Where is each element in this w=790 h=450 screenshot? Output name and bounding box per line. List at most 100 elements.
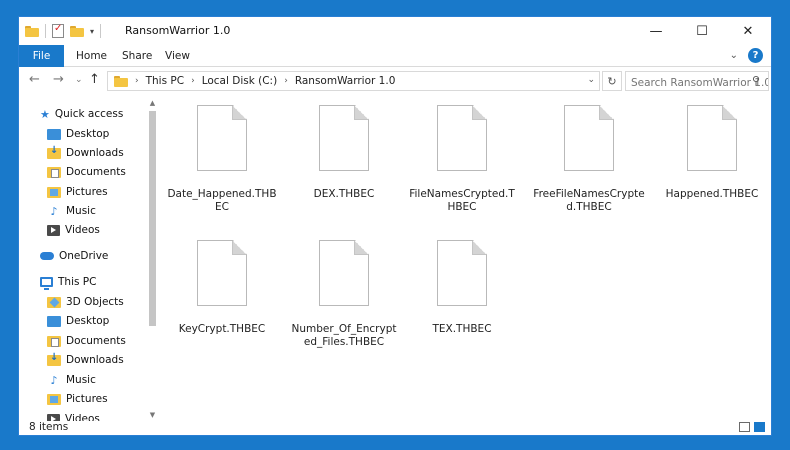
tab-file[interactable]: File: [19, 45, 64, 67]
recent-locations-chevron-icon[interactable]: ⌄: [75, 75, 83, 85]
details-view-icon[interactable]: [739, 422, 750, 432]
file-icon: [197, 105, 247, 171]
breadcrumb-separator-icon[interactable]: ›: [135, 76, 139, 86]
properties-icon[interactable]: [52, 23, 64, 38]
file-item[interactable]: Happened.THBEC: [657, 105, 767, 201]
file-icon: [319, 240, 369, 306]
3d-objects-icon: [47, 296, 61, 308]
expand-ribbon-chevron-icon[interactable]: ⌄: [730, 50, 738, 61]
help-icon[interactable]: ?: [748, 48, 763, 63]
nav-quick-access[interactable]: ★ Quick access: [40, 105, 123, 123]
nav-this-pc[interactable]: This PC: [40, 273, 96, 291]
file-name: TEX.THBEC: [432, 323, 492, 335]
tab-share[interactable]: Share: [122, 45, 152, 67]
downloads-icon: [47, 352, 61, 366]
ribbon-right-controls: ⌄ ?: [730, 48, 763, 63]
file-list: Date_Happened.THBEC DEX.THBEC FileNamesC…: [159, 99, 771, 421]
new-folder-icon[interactable]: [70, 25, 84, 37]
forward-arrow-icon[interactable]: →: [53, 72, 64, 87]
close-button[interactable]: ✕: [725, 17, 771, 45]
nav-label: Desktop: [66, 315, 110, 327]
toolbar-divider: [100, 24, 102, 38]
item-count: 8 items: [29, 421, 69, 433]
downloads-icon: [47, 145, 61, 159]
nav-label: Desktop: [66, 128, 110, 140]
nav-music[interactable]: ♪ Music: [47, 202, 96, 220]
nav-pc-documents[interactable]: Documents: [47, 332, 126, 350]
file-icon: [319, 105, 369, 171]
tab-view[interactable]: View: [165, 45, 190, 67]
up-arrow-icon[interactable]: ↑: [89, 72, 100, 87]
window-controls: — ☐ ✕: [633, 17, 771, 45]
nav-3d-objects[interactable]: 3D Objects: [47, 293, 124, 311]
nav-documents[interactable]: Documents 📌︎: [47, 163, 145, 181]
file-item[interactable]: Date_Happened.THBEC: [167, 105, 277, 214]
address-history-chevron-icon[interactable]: ⌄: [587, 75, 595, 85]
nav-label: Videos: [65, 224, 100, 236]
nav-pc-desktop[interactable]: Desktop: [47, 312, 109, 330]
scrollbar-thumb[interactable]: [149, 111, 156, 326]
maximize-button[interactable]: ☐: [679, 17, 725, 45]
breadcrumb-ransomwarrior[interactable]: RansomWarrior 1.0: [295, 75, 396, 87]
nav-pc-downloads[interactable]: Downloads: [47, 351, 124, 369]
refresh-button[interactable]: ↻: [602, 71, 622, 91]
music-icon: ♪: [50, 373, 58, 387]
nav-downloads[interactable]: Downloads 📌︎: [47, 144, 145, 162]
breadcrumb-separator-icon[interactable]: ›: [284, 76, 288, 86]
quick-access-toolbar: ▾: [25, 23, 102, 39]
breadcrumb-separator-icon[interactable]: ›: [191, 76, 195, 86]
folder-icon: [114, 75, 128, 87]
desktop-icon: [47, 315, 61, 327]
nav-label: Documents: [66, 335, 126, 347]
file-name: Happened.THBEC: [665, 188, 759, 200]
window-title: RansomWarrior 1.0: [125, 24, 231, 37]
nav-label: Music: [66, 374, 96, 386]
file-item[interactable]: KeyCrypt.THBEC: [167, 240, 277, 336]
file-item[interactable]: TEX.THBEC: [409, 240, 515, 336]
title-bar: ▾ RansomWarrior 1.0 — ☐ ✕: [19, 17, 771, 45]
file-icon: [687, 105, 737, 171]
nav-desktop[interactable]: Desktop 📌︎: [47, 125, 145, 143]
file-item[interactable]: Number_Of_Encrypted_Files.THBEC: [289, 240, 399, 349]
file-name: FreeFileNamesCrypted.THBEC: [533, 188, 645, 213]
tab-home[interactable]: Home: [76, 45, 107, 67]
file-item[interactable]: DEX.THBEC: [289, 105, 399, 201]
documents-icon: [47, 335, 61, 347]
large-icons-view-icon[interactable]: [754, 422, 765, 432]
onedrive-cloud-icon: [40, 252, 54, 260]
search-input[interactable]: [625, 71, 769, 91]
nav-label: Music: [66, 205, 96, 217]
folder-icon[interactable]: [25, 25, 39, 37]
nav-label: 3D Objects: [66, 296, 124, 308]
computer-icon: [40, 277, 53, 290]
file-icon: [564, 105, 614, 171]
nav-pc-pictures[interactable]: Pictures: [47, 390, 108, 408]
refresh-icon: ↻: [607, 74, 617, 88]
scroll-down-icon[interactable]: ▼: [148, 411, 157, 419]
view-switcher: [739, 422, 765, 432]
documents-icon: [47, 166, 61, 178]
file-name: FileNamesCrypted.THBEC: [409, 188, 515, 213]
address-bar[interactable]: › This PC › Local Disk (C:) › RansomWarr…: [107, 71, 600, 91]
file-item[interactable]: FileNamesCrypted.THBEC: [409, 105, 515, 214]
customize-toolbar-chevron-icon[interactable]: ▾: [90, 27, 94, 36]
music-icon: ♪: [50, 204, 58, 218]
minimize-button[interactable]: —: [633, 17, 679, 45]
nav-label: Documents: [66, 166, 126, 178]
file-name: KeyCrypt.THBEC: [178, 323, 266, 335]
nav-scrollbar[interactable]: ▲ ▼: [148, 99, 157, 421]
back-arrow-icon[interactable]: ←: [29, 72, 40, 87]
nav-pictures[interactable]: Pictures 📌︎: [47, 183, 145, 201]
nav-videos[interactable]: Videos: [47, 221, 100, 239]
nav-label: Downloads: [66, 147, 124, 159]
nav-pc-music[interactable]: ♪ Music: [47, 371, 96, 389]
scroll-up-icon[interactable]: ▲: [148, 99, 157, 107]
breadcrumb-local-disk[interactable]: Local Disk (C:): [202, 75, 278, 87]
navigation-row: ← → ⌄ ↑ › This PC › Local Disk (C:) › Ra…: [19, 68, 771, 94]
pictures-icon: [47, 393, 61, 405]
nav-onedrive[interactable]: OneDrive: [40, 247, 108, 265]
nav-label: OneDrive: [59, 250, 109, 262]
breadcrumb-this-pc[interactable]: This PC: [146, 75, 184, 87]
file-item[interactable]: FreeFileNamesCrypted.THBEC: [530, 105, 648, 214]
search-icon: ⚲: [752, 74, 761, 87]
